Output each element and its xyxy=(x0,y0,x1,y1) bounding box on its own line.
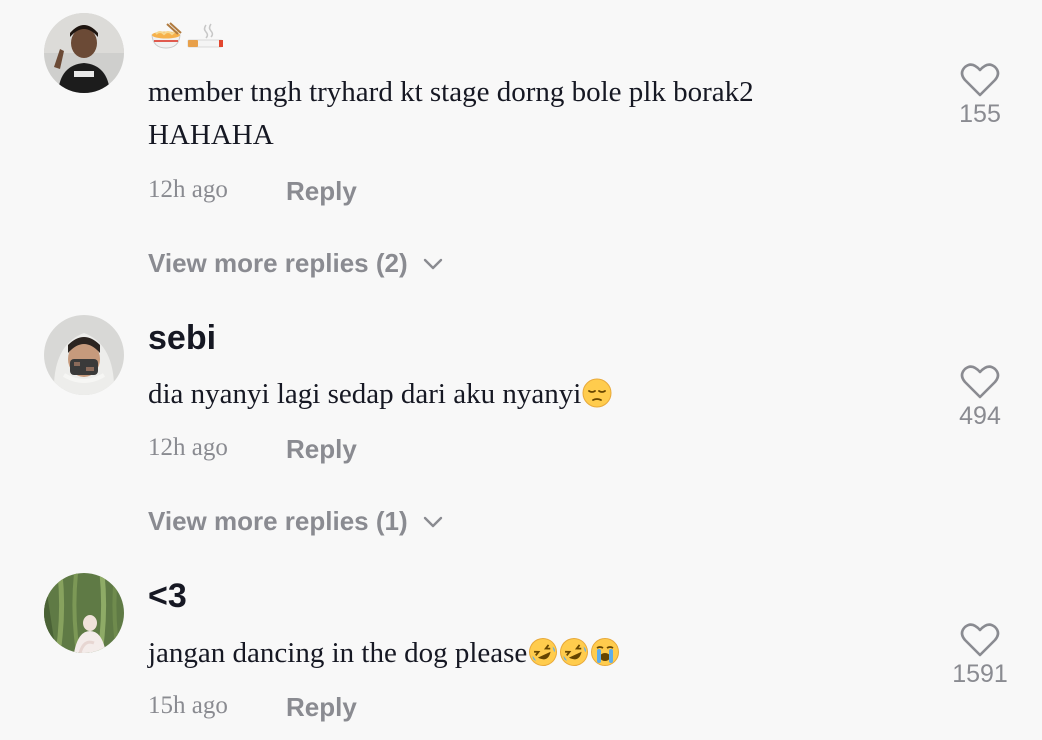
view-more-replies-label: View more replies (2) xyxy=(148,248,408,278)
avatar[interactable] xyxy=(44,315,124,395)
comment-text-body: dia nyanyi lagi sedap dari aku nyanyi xyxy=(148,378,582,410)
chevron-down-icon xyxy=(423,258,442,269)
comment-text: dia nyanyi lagi sedap dari aku nyanyi xyxy=(148,373,868,416)
like-button[interactable]: 1591 xyxy=(935,622,1025,689)
like-count: 1591 xyxy=(952,660,1008,688)
reply-button[interactable]: Reply xyxy=(286,176,357,207)
rofl-icon xyxy=(560,638,589,666)
heart-icon[interactable] xyxy=(960,364,1000,400)
heart-icon[interactable] xyxy=(960,62,1000,98)
avatar[interactable] xyxy=(44,573,124,653)
comment-text-body: jangan dancing in the dog please xyxy=(148,637,528,669)
avatar[interactable] xyxy=(44,13,124,93)
chevron-down-icon xyxy=(423,516,442,527)
like-button[interactable]: 494 xyxy=(935,364,1025,431)
cigarette-icon xyxy=(187,23,223,48)
view-more-replies-button[interactable]: View more replies (2) xyxy=(148,248,444,279)
comment-text: member tngh tryhard kt stage dorng bole … xyxy=(148,76,754,151)
loudly-crying-face-icon xyxy=(591,638,620,666)
rofl-icon xyxy=(529,638,558,666)
comments-list: member tngh tryhard kt stage dorng bole … xyxy=(0,0,1042,740)
pensive-face-icon xyxy=(582,378,612,408)
comment-username[interactable]: sebi xyxy=(148,320,216,356)
view-more-replies-button[interactable]: View more replies (1) xyxy=(148,506,444,537)
ramen-bowl-icon xyxy=(151,22,182,49)
comment-text: jangan dancing in the dog please xyxy=(148,632,868,675)
heart-icon[interactable] xyxy=(960,622,1000,658)
reply-button[interactable]: Reply xyxy=(286,692,357,723)
comment-username[interactable]: <3 xyxy=(148,578,187,614)
reply-button[interactable]: Reply xyxy=(286,434,357,465)
like-count: 494 xyxy=(959,402,1001,430)
comment-timestamp: 12h ago xyxy=(148,434,228,461)
comment-timestamp: 15h ago xyxy=(148,692,228,719)
comment-timestamp: 12h ago xyxy=(148,176,228,203)
like-count: 155 xyxy=(959,100,1001,128)
like-button[interactable]: 155 xyxy=(935,62,1025,129)
view-more-replies-label: View more replies (1) xyxy=(148,506,408,536)
username-emojis[interactable] xyxy=(148,16,224,56)
